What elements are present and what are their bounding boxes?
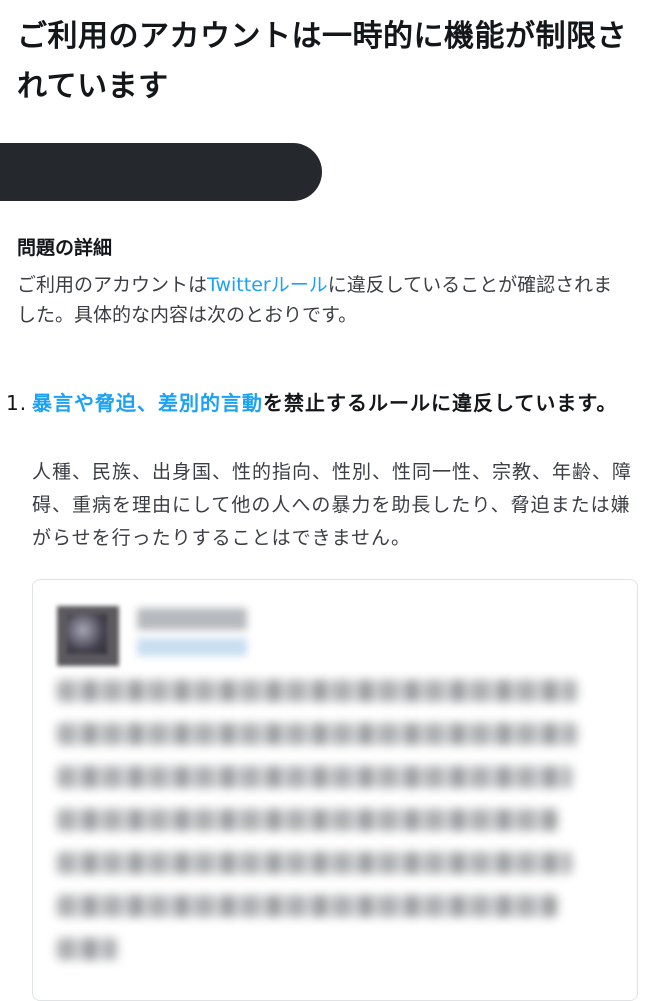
- avatar: [57, 606, 119, 666]
- blurred-line: [57, 766, 572, 788]
- blurred-display-name: [137, 608, 247, 630]
- page-title: ご利用のアカウントは一時的に機能が制限されています: [17, 19, 627, 104]
- detail-text-start: ご利用のアカウントは: [17, 274, 208, 296]
- blurred-line: [57, 680, 577, 702]
- violation-title: 暴言や脅迫、差別的言動を禁止するルールに違反しています。: [32, 386, 637, 420]
- blurred-line: [57, 938, 117, 960]
- problem-details-heading: 問題の詳細: [17, 237, 113, 259]
- blurred-username: [137, 638, 247, 656]
- blurred-line: [57, 852, 572, 874]
- blurred-tweet-text: [57, 680, 617, 981]
- violation-description: 人種、民族、出身国、性的指向、性別、性同一性、宗教、年齢、障碍、重病を理由にして…: [32, 461, 633, 549]
- problem-details-text: ご利用のアカウントはTwitterルールに違反していることが確認されました。具体…: [17, 270, 627, 330]
- violation-title-suffix: を禁止するルールに違反しています。: [263, 391, 618, 415]
- violation-number: 1.: [6, 391, 28, 415]
- blurred-line: [57, 723, 577, 745]
- redaction-bar: [0, 143, 322, 201]
- blurred-line: [57, 809, 557, 831]
- twitter-rules-link[interactable]: Twitterルール: [207, 274, 328, 296]
- hateful-conduct-link[interactable]: 暴言や脅迫、差別的言動: [32, 391, 263, 415]
- blurred-line: [57, 895, 557, 917]
- reported-tweet-card: [32, 579, 638, 1001]
